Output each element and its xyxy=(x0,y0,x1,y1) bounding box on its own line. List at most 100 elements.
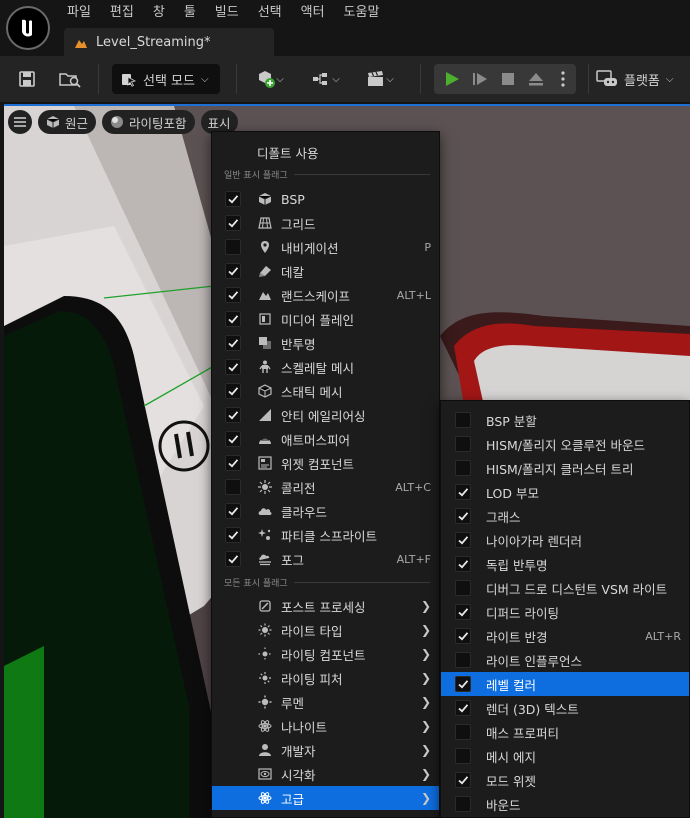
advanced-flag-item[interactable]: 바운드 xyxy=(441,792,689,816)
checkbox-unchecked[interactable] xyxy=(455,652,471,668)
menu-1[interactable]: 편집 xyxy=(101,3,144,23)
viewport-options-button[interactable] xyxy=(8,110,32,134)
checkbox-checked[interactable] xyxy=(455,508,471,524)
advanced-flag-item[interactable]: HISM/폴리지 클러스터 트리 xyxy=(441,456,689,480)
checkbox-unchecked[interactable] xyxy=(455,796,471,812)
advanced-flag-item[interactable]: 그래스 xyxy=(441,504,689,528)
show-category-item[interactable]: 시각화 ❯ xyxy=(212,762,439,786)
stop-button[interactable] xyxy=(496,64,520,94)
advanced-flag-item[interactable]: BSP 분할 xyxy=(441,408,689,432)
advanced-flag-item[interactable]: 디퍼드 라이팅 xyxy=(441,600,689,624)
advanced-flag-item[interactable]: 매스 프로퍼티 xyxy=(441,720,689,744)
blueprint-button[interactable]: ⌵ xyxy=(306,64,346,94)
show-flag-item[interactable]: 파티클 스프라이트 xyxy=(212,523,439,547)
show-flag-item[interactable]: BSP xyxy=(212,187,439,211)
checkbox-checked[interactable] xyxy=(225,287,241,303)
show-flag-item[interactable]: 포그 ALT+F xyxy=(212,547,439,571)
perspective-button[interactable]: 원근 xyxy=(38,110,97,134)
checkbox-checked[interactable] xyxy=(225,191,241,207)
add-actor-button[interactable]: ⌵ xyxy=(250,64,290,94)
show-category-item[interactable]: 라이팅 컴포넌트 ❯ xyxy=(212,642,439,666)
show-category-item[interactable]: 라이팅 피처 ❯ xyxy=(212,666,439,690)
checkbox-checked[interactable] xyxy=(225,431,241,447)
advanced-flag-item[interactable]: 모드 위젯 xyxy=(441,768,689,792)
advanced-flag-item[interactable]: 디버그 드로 디스턴트 VSM 라이트 xyxy=(441,576,689,600)
checkbox-checked[interactable] xyxy=(225,215,241,231)
advanced-flag-item[interactable]: 독립 반투명 xyxy=(441,552,689,576)
checkbox-checked[interactable] xyxy=(455,604,471,620)
menu-4[interactable]: 빌드 xyxy=(206,3,249,23)
cinematics-button[interactable]: ⌵ xyxy=(360,64,400,94)
checkbox-unchecked[interactable] xyxy=(455,412,471,428)
show-category-item[interactable]: 개발자 ❯ xyxy=(212,738,439,762)
checkbox-checked[interactable] xyxy=(225,311,241,327)
document-tab[interactable]: Level_Streaming* xyxy=(64,28,274,56)
checkbox-unchecked[interactable] xyxy=(455,724,471,740)
advanced-flag-item[interactable]: 라이트 인플루언스 xyxy=(441,648,689,672)
checkbox-unchecked[interactable] xyxy=(455,580,471,596)
eject-button[interactable] xyxy=(524,64,548,94)
show-category-item[interactable]: 나나이트 ❯ xyxy=(212,714,439,738)
advanced-flag-item[interactable]: 렌더 (3D) 텍스트 xyxy=(441,696,689,720)
advanced-flag-item[interactable]: LOD 부모 xyxy=(441,480,689,504)
show-flag-item[interactable]: 데칼 xyxy=(212,259,439,283)
checkbox-unchecked[interactable] xyxy=(455,460,471,476)
checkbox-checked[interactable] xyxy=(455,484,471,500)
checkbox-checked[interactable] xyxy=(225,335,241,351)
checkbox-checked[interactable] xyxy=(455,700,471,716)
show-flag-item[interactable]: 그리드 xyxy=(212,211,439,235)
checkbox-checked[interactable] xyxy=(225,527,241,543)
show-flag-item[interactable]: 스태틱 메시 xyxy=(212,379,439,403)
advanced-flag-item[interactable]: 라이트 반경 ALT+R xyxy=(441,624,689,648)
checkbox-checked[interactable] xyxy=(455,772,471,788)
checkbox-checked[interactable] xyxy=(455,556,471,572)
menu-7[interactable]: 도움말 xyxy=(335,3,390,23)
unreal-logo-icon[interactable] xyxy=(6,6,50,50)
checkbox-unchecked[interactable] xyxy=(225,479,241,495)
advanced-flag-item[interactable]: 레벨 컬러 xyxy=(441,672,689,696)
menu-2[interactable]: 창 xyxy=(144,3,175,23)
checkbox-checked[interactable] xyxy=(225,455,241,471)
play-options-button[interactable] xyxy=(552,64,574,94)
checkbox-checked[interactable] xyxy=(225,263,241,279)
show-category-item[interactable]: 포스트 프로세싱 ❯ xyxy=(212,594,439,618)
checkbox-unchecked[interactable] xyxy=(455,748,471,764)
advanced-flag-item[interactable]: 메시 에지 xyxy=(441,744,689,768)
platforms-dropdown[interactable]: 플랫폼 ⌵ xyxy=(596,64,690,94)
checkbox-checked[interactable] xyxy=(225,383,241,399)
menu-0[interactable]: 파일 xyxy=(58,3,101,23)
checkbox-checked[interactable] xyxy=(225,407,241,423)
show-flag-item[interactable]: 애트머스피어 xyxy=(212,427,439,451)
menu-5[interactable]: 선택 xyxy=(249,3,292,23)
advance-frame-button[interactable] xyxy=(468,64,492,94)
checkbox-checked[interactable] xyxy=(455,676,471,692)
show-flag-item[interactable]: 미디어 플레인 xyxy=(212,307,439,331)
show-flag-item[interactable]: 콜리전 ALT+C xyxy=(212,475,439,499)
checkbox-checked[interactable] xyxy=(225,359,241,375)
show-category-item[interactable]: 루멘 ❯ xyxy=(212,690,439,714)
view-mode-button[interactable]: 라이팅포함 xyxy=(102,110,195,134)
show-flag-item[interactable]: 클라우드 xyxy=(212,499,439,523)
advanced-flag-item[interactable]: HISM/폴리지 오클루전 바운드 xyxy=(441,432,689,456)
selection-mode-dropdown[interactable]: 선택 모드 ⌵ xyxy=(112,64,220,94)
show-flag-item[interactable]: 위젯 컴포넌트 xyxy=(212,451,439,475)
checkbox-checked[interactable] xyxy=(455,532,471,548)
checkbox-checked[interactable] xyxy=(225,503,241,519)
show-flag-item[interactable]: 내비게이션 P xyxy=(212,235,439,259)
play-button[interactable] xyxy=(440,64,464,94)
advanced-flag-item[interactable]: 나이아가라 렌더러 xyxy=(441,528,689,552)
show-category-item[interactable]: 고급 ❯ xyxy=(212,786,439,810)
show-category-item[interactable]: 라이트 타입 ❯ xyxy=(212,618,439,642)
save-button[interactable] xyxy=(14,64,40,94)
checkbox-checked[interactable] xyxy=(455,628,471,644)
menu-3[interactable]: 툴 xyxy=(175,3,206,23)
show-flag-item[interactable]: 랜드스케이프 ALT+L xyxy=(212,283,439,307)
show-flag-item[interactable]: 스켈레탈 메시 xyxy=(212,355,439,379)
checkbox-unchecked[interactable] xyxy=(225,239,241,255)
show-flag-item[interactable]: 반투명 xyxy=(212,331,439,355)
checkbox-checked[interactable] xyxy=(225,551,241,567)
content-browser-button[interactable] xyxy=(56,64,84,94)
menu-6[interactable]: 액터 xyxy=(292,3,335,23)
use-defaults-item[interactable]: 디폴트 사용 xyxy=(212,140,439,164)
show-flag-item[interactable]: 안티 에일리어싱 xyxy=(212,403,439,427)
